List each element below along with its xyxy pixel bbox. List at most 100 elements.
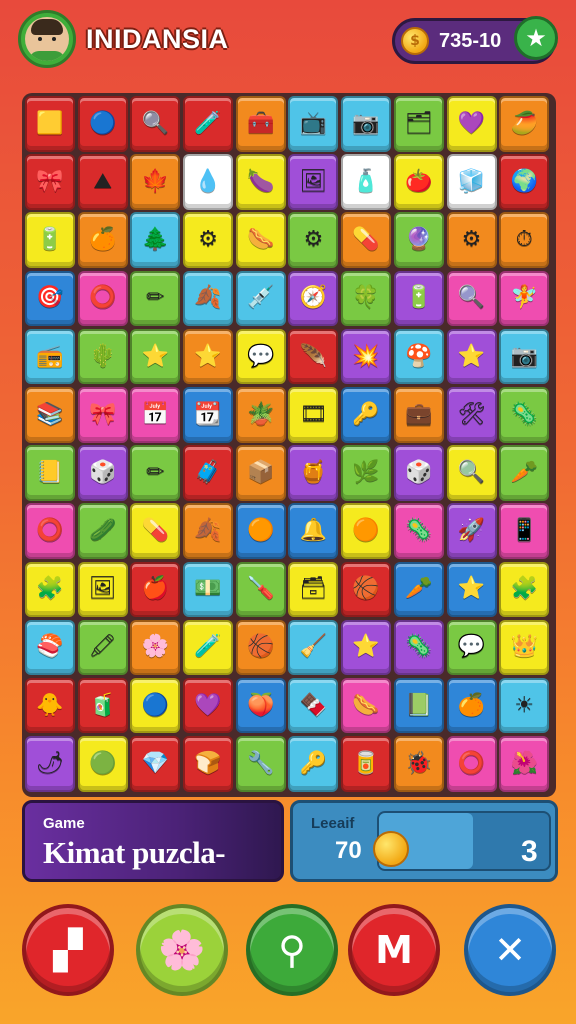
tile[interactable]: ✏ — [130, 270, 181, 327]
tile[interactable]: 📷 — [499, 328, 550, 385]
tile[interactable]: 🥫 — [341, 736, 392, 792]
tile[interactable]: 🔑 — [341, 386, 392, 443]
tile[interactable]: 📱 — [499, 503, 550, 559]
tile[interactable]: ⭐ — [446, 328, 497, 385]
tile[interactable]: 🐥 — [25, 677, 75, 734]
tile[interactable]: ⭕ — [77, 270, 128, 327]
tile[interactable]: 💜 — [183, 677, 234, 734]
tile[interactable]: 🌿 — [341, 445, 392, 501]
tile[interactable]: 🔋 — [393, 270, 444, 327]
tile[interactable]: 🛠 — [446, 386, 497, 443]
tile[interactable]: 💎 — [130, 736, 181, 792]
tile[interactable]: 🧩 — [25, 561, 75, 618]
tile[interactable]: 🍊 — [77, 212, 128, 268]
tile[interactable]: ⭐ — [130, 328, 181, 385]
tile[interactable]: 🪴 — [235, 386, 286, 443]
tile[interactable]: 🗃 — [288, 561, 339, 618]
tile[interactable]: 🍁 — [130, 154, 181, 210]
tile[interactable]: 💥 — [341, 328, 392, 385]
tile[interactable]: 🥒 — [77, 503, 128, 559]
tile[interactable]: 🔧 — [235, 736, 286, 792]
tile[interactable]: 🍑 — [235, 677, 286, 734]
tile[interactable]: 🔍 — [446, 270, 497, 327]
tile[interactable]: 🦠 — [393, 619, 444, 676]
tile[interactable]: 🧩 — [499, 561, 550, 618]
tile[interactable]: 🍎 — [130, 561, 181, 618]
tile[interactable]: 🔑 — [288, 736, 339, 792]
tile[interactable]: 🍅 — [393, 154, 444, 210]
tile[interactable]: 🧳 — [183, 445, 234, 501]
tile[interactable]: 🍊 — [446, 677, 497, 734]
tile[interactable]: 🥕 — [393, 561, 444, 618]
tile[interactable]: 💬 — [446, 619, 497, 676]
tile[interactable]: 🔋 — [25, 212, 75, 268]
tile[interactable]: 🍫 — [288, 677, 339, 734]
tile[interactable]: 🍣 — [25, 619, 75, 676]
tile[interactable]: 📆 — [183, 386, 234, 443]
tile[interactable]: 🧃 — [77, 677, 128, 734]
tile[interactable]: 🪛 — [235, 561, 286, 618]
tile[interactable]: 🟢 — [77, 736, 128, 792]
tile[interactable]: 🍂 — [183, 503, 234, 559]
tile[interactable]: ⭕ — [446, 736, 497, 792]
tile[interactable]: 🖍 — [77, 619, 128, 676]
tile[interactable]: 💊 — [130, 503, 181, 559]
tile[interactable]: 🎲 — [393, 445, 444, 501]
tile[interactable]: 🌸 — [130, 619, 181, 676]
tile[interactable]: 🦠 — [393, 503, 444, 559]
tile[interactable]: 🧰 — [235, 96, 286, 152]
tile[interactable]: 📦 — [235, 445, 286, 501]
tile[interactable]: 🧊 — [446, 154, 497, 210]
tile[interactable]: 📺 — [288, 96, 339, 152]
tile[interactable]: 💊 — [341, 212, 392, 268]
tile[interactable]: 🌍 — [499, 154, 550, 210]
tile[interactable]: ⭐ — [446, 561, 497, 618]
tile[interactable]: 🗂 — [393, 96, 444, 152]
tile[interactable]: 🍄 — [393, 328, 444, 385]
tile[interactable]: 🐞 — [393, 736, 444, 792]
tile[interactable]: 🍂 — [183, 270, 234, 327]
tile[interactable]: 💉 — [235, 270, 286, 327]
tile[interactable]: 🥭 — [499, 96, 550, 152]
tile[interactable]: ⭐ — [183, 328, 234, 385]
tile[interactable]: 📗 — [393, 677, 444, 734]
tile[interactable]: 🏀 — [235, 619, 286, 676]
tile[interactable]: 🍀 — [341, 270, 392, 327]
tile[interactable]: 🧭 — [288, 270, 339, 327]
tile[interactable]: 🔮 — [393, 212, 444, 268]
tile[interactable]: 🖼 — [77, 561, 128, 618]
tile[interactable]: 🔔 — [288, 503, 339, 559]
action-button-close[interactable]: ✕ — [464, 904, 556, 996]
action-button-mail[interactable]: M — [348, 904, 440, 996]
tile[interactable]: ⭕ — [25, 503, 75, 559]
tile[interactable]: 🔍 — [130, 96, 181, 152]
tile[interactable]: 🧹 — [288, 619, 339, 676]
tile[interactable]: 🍞 — [183, 736, 234, 792]
tile[interactable]: 🟠 — [341, 503, 392, 559]
tile[interactable]: 🧪 — [183, 96, 234, 152]
tile[interactable]: 🎀 — [25, 154, 75, 210]
tile[interactable]: 🎞 — [288, 386, 339, 443]
tile[interactable]: 🪶 — [288, 328, 339, 385]
tile[interactable]: ⚙ — [446, 212, 497, 268]
tile[interactable]: 🎀 — [77, 386, 128, 443]
tile[interactable]: ☀ — [499, 677, 550, 734]
tile[interactable]: 🌺 — [499, 736, 550, 792]
star-icon[interactable]: ★ — [514, 16, 558, 60]
tile[interactable]: 🍆 — [235, 154, 286, 210]
tile[interactable]: 📅 — [130, 386, 181, 443]
tile[interactable]: 🌵 — [77, 328, 128, 385]
action-button-flowers[interactable]: 🌸 — [136, 904, 228, 996]
tile[interactable]: 🚀 — [446, 503, 497, 559]
tile[interactable]: 📚 — [25, 386, 75, 443]
tile[interactable]: 🔵 — [130, 677, 181, 734]
player-avatar[interactable] — [18, 10, 76, 68]
tile[interactable]: 🧪 — [183, 619, 234, 676]
tile[interactable]: 🧴 — [341, 154, 392, 210]
tile[interactable]: ⛰ — [77, 154, 128, 210]
tile[interactable]: 💵 — [183, 561, 234, 618]
tile[interactable]: 🟠 — [235, 503, 286, 559]
tile[interactable]: 🔵 — [77, 96, 128, 152]
tile[interactable]: 🧚 — [499, 270, 550, 327]
tile[interactable]: 🥕 — [499, 445, 550, 501]
